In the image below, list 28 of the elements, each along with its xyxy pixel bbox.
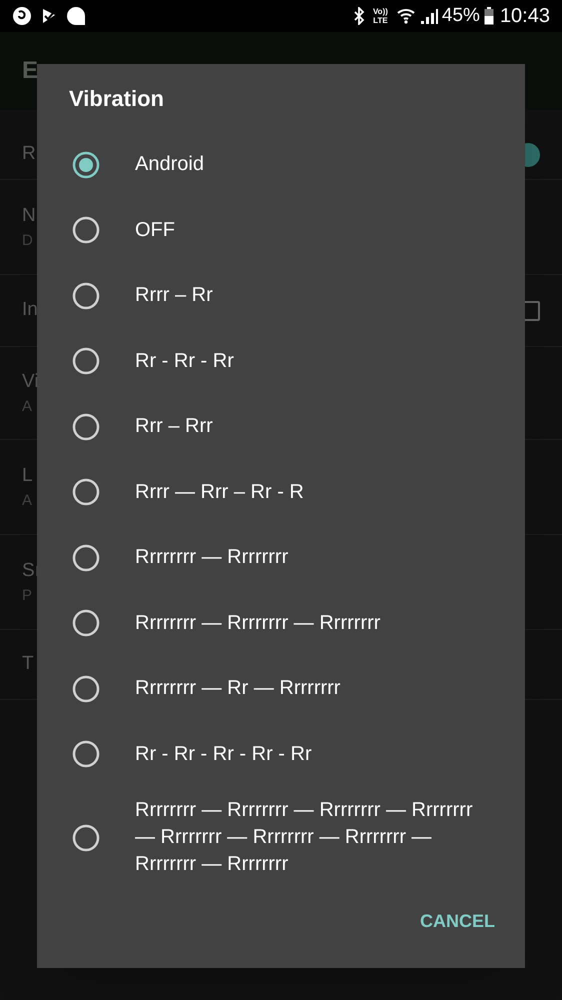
radio-option[interactable]: Rrr – Rrr — [37, 394, 525, 460]
setting-title: T — [22, 652, 34, 676]
setting-title: N — [22, 204, 36, 228]
wifi-icon — [396, 7, 416, 25]
setting-title: R — [22, 142, 36, 166]
radio-option[interactable]: Rrrrrrrr — Rr — Rrrrrrrr — [37, 656, 525, 722]
radio-option[interactable]: OFF — [37, 198, 525, 263]
chat-bubble-icon — [66, 6, 86, 26]
radio-option[interactable]: Rrrrrrrr — Rrrrrrrr — Rrrrrrrr — [37, 590, 525, 656]
radio-option[interactable]: Android — [37, 132, 525, 198]
radio-option[interactable]: Rr - Rr - Rr - Rr - Rr — [37, 722, 525, 787]
bluetooth-icon — [352, 7, 365, 25]
volte-label: Vo)) LTE — [372, 7, 388, 25]
browser-icon — [12, 6, 32, 26]
dialog-title: Vibration — [69, 84, 164, 112]
clock: 10:43 — [500, 4, 550, 29]
app-title: E — [22, 56, 38, 86]
cancel-button[interactable]: CANCEL — [410, 898, 505, 945]
radio-option[interactable]: Rrrr — Rrr – Rr - R — [37, 460, 525, 525]
radio-option[interactable]: Rrrrrrrr — Rrrrrrrr — Rrrrrrrr — Rrrrrrrr — Rrrrrrrr — Rrrrrrrr — Rrrrrrrr — Rrrrrrrr — Rrrrrrrr — [37, 787, 525, 888]
radio-option[interactable]: Rr - Rr - Rr — [37, 328, 525, 394]
setting-title: In — [22, 298, 38, 322]
radio-option[interactable]: Rrrrrrrr — Rrrrrrrr — [37, 525, 525, 590]
setting-title: L — [22, 464, 33, 488]
radio-option[interactable]: Rrrr – Rr — [37, 263, 525, 328]
signal-icon — [420, 7, 438, 25]
battery-percent: 45% — [442, 4, 480, 28]
battery-icon — [484, 7, 494, 25]
